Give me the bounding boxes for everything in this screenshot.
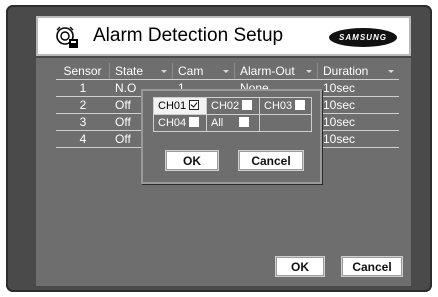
triangle-down-icon [388, 70, 394, 73]
channel-grid: CH01 CH02 CH03 CH04 All [153, 97, 312, 137]
brand-logo: SAMSUNG [329, 28, 397, 47]
duration-cell[interactable]: 10sec [318, 97, 399, 113]
channel-label: CH02 [211, 100, 240, 112]
camera-select-popup: CH01 CH02 CH03 CH04 All OK Cancel [141, 89, 322, 184]
checkbox-icon[interactable] [295, 100, 306, 110]
column-header-duration[interactable]: Duration [318, 63, 399, 79]
content-panel: Sensor State Cam Alarm-Out Duration 1 N.… [36, 58, 411, 286]
channel-ch02[interactable]: CH02 [206, 97, 260, 115]
triangle-down-icon [161, 70, 167, 73]
sensor-cell: 3 [79, 115, 87, 129]
column-header-cam[interactable]: Cam [173, 63, 235, 79]
page-title: Alarm Detection Setup [93, 25, 284, 46]
column-header-state[interactable]: State [110, 63, 173, 79]
channel-label: CH03 [264, 100, 293, 112]
channel-label: All [211, 117, 224, 129]
column-header-sensor: Sensor [56, 63, 110, 79]
channel-ch04[interactable]: CH04 [153, 114, 207, 132]
channel-all[interactable]: All [206, 114, 260, 132]
checkbox-icon[interactable] [242, 100, 253, 110]
channel-ch03[interactable]: CH03 [259, 97, 312, 115]
table-header: Sensor State Cam Alarm-Out Duration [56, 63, 399, 79]
channel-label: CH04 [158, 117, 187, 129]
duration-cell[interactable]: 10sec [318, 80, 399, 96]
column-header-label: Cam [178, 64, 204, 78]
cancel-button[interactable]: Cancel [341, 256, 403, 277]
triangle-down-icon [223, 70, 229, 73]
sensor-cell: 1 [79, 81, 87, 95]
sensor-cell: 2 [79, 98, 87, 112]
triangle-down-icon [306, 70, 312, 73]
column-header-alarm-out[interactable]: Alarm-Out [235, 63, 318, 79]
checkbox-icon[interactable] [239, 117, 250, 127]
popup-ok-button[interactable]: OK [165, 150, 219, 171]
checkbox-checked-icon[interactable] [189, 100, 200, 110]
duration-cell[interactable]: 10sec [318, 114, 399, 130]
column-header-label: Sensor [63, 64, 102, 78]
checkbox-icon[interactable] [189, 117, 200, 127]
ok-button[interactable]: OK [275, 256, 325, 277]
column-header-label: Alarm-Out [240, 64, 295, 78]
channel-label: CH01 [158, 100, 187, 112]
sensor-cell: 4 [79, 132, 87, 146]
channel-ch01[interactable]: CH01 [153, 97, 207, 115]
popup-cancel-button[interactable]: Cancel [238, 150, 304, 171]
column-header-label: State [115, 64, 144, 78]
channel-empty [259, 114, 312, 132]
column-header-label: Duration [323, 64, 369, 78]
alarm-sensor-icon [56, 26, 78, 48]
title-bar: Alarm Detection Setup SAMSUNG [36, 16, 411, 56]
duration-cell[interactable]: 10sec [318, 131, 399, 147]
